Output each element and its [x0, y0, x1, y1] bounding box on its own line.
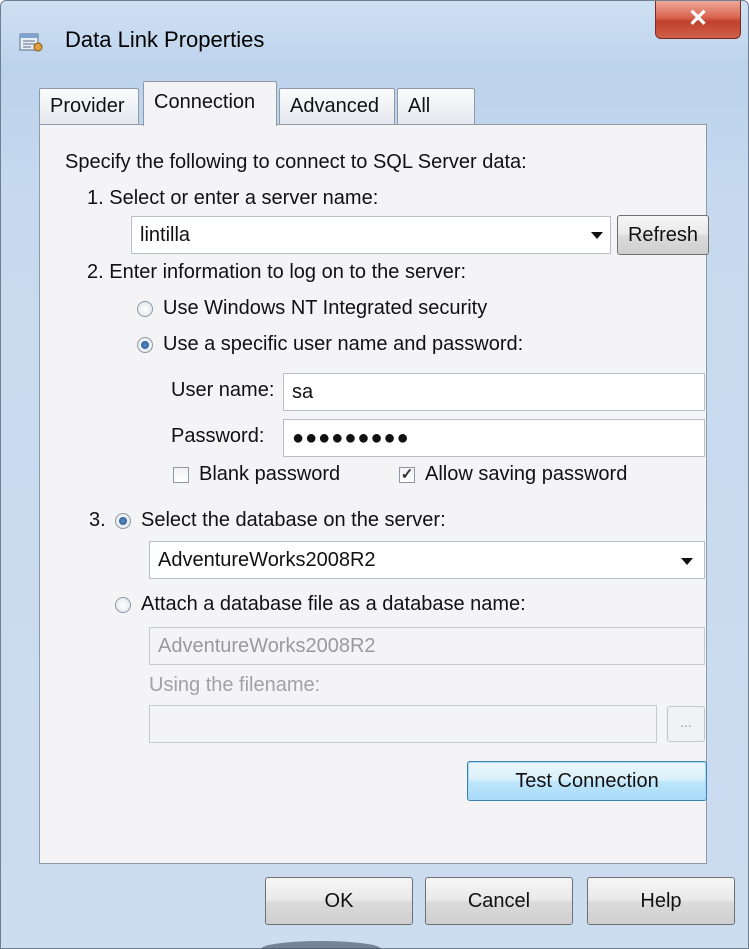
blank-password-label: Blank password [199, 463, 341, 485]
password-value: ●●●●●●●●● [292, 427, 410, 449]
step2-label: 2. Enter information to log on to the se… [87, 261, 467, 283]
ok-button-label: OK [324, 890, 354, 912]
attach-database-name-input[interactable]: AdventureWorks2008R2 [149, 627, 705, 665]
close-icon: ✕ [687, 5, 709, 32]
tab-provider[interactable]: Provider [39, 88, 139, 124]
browse-button[interactable]: ... [667, 706, 705, 742]
dialog-window: Data Link Properties ✕ Provider Connecti… [0, 0, 749, 949]
windows-security-label: Use Windows NT Integrated security [163, 297, 488, 319]
test-connection-label: Test Connection [515, 770, 659, 792]
attach-database-name-value: AdventureWorks2008R2 [158, 635, 376, 657]
database-chevron-down-icon[interactable] [681, 558, 693, 565]
bottom-edge-shadow [261, 941, 381, 949]
intro-text: Specify the following to connect to SQL … [65, 151, 527, 173]
tab-all[interactable]: All [397, 88, 475, 124]
step3-number: 3. [89, 509, 106, 531]
tab-advanced[interactable]: Advanced [279, 88, 395, 124]
username-value: sa [292, 381, 314, 403]
filename-label: Using the filename: [149, 674, 321, 696]
allow-saving-password-label: Allow saving password [425, 463, 628, 485]
windows-security-radio[interactable] [137, 301, 153, 317]
select-database-radio[interactable] [115, 513, 131, 529]
password-label: Password: [171, 425, 265, 447]
attach-database-radio[interactable] [115, 597, 131, 613]
filename-input[interactable] [149, 705, 657, 743]
tab-provider-label: Provider [50, 95, 125, 117]
refresh-button[interactable]: Refresh [617, 215, 709, 255]
step1-label: 1. Select or enter a server name: [87, 187, 379, 209]
specific-user-radio[interactable] [137, 337, 153, 353]
help-button-label: Help [640, 890, 682, 912]
chevron-down-icon[interactable] [591, 232, 603, 239]
tab-connection[interactable]: Connection [143, 81, 277, 126]
title-bar[interactable]: Data Link Properties ✕ [1, 1, 748, 79]
close-button[interactable]: ✕ [655, 1, 741, 39]
server-name-combobox[interactable]: lintilla [131, 216, 611, 254]
tab-advanced-label: Advanced [290, 95, 379, 117]
database-value: AdventureWorks2008R2 [158, 549, 376, 571]
browse-button-label: ... [680, 714, 692, 730]
cancel-button[interactable]: Cancel [425, 877, 573, 925]
refresh-button-label: Refresh [627, 224, 699, 246]
cancel-button-label: Cancel [467, 890, 531, 912]
blank-password-checkbox[interactable] [173, 467, 189, 483]
database-select[interactable]: AdventureWorks2008R2 [149, 541, 705, 579]
username-input[interactable]: sa [283, 373, 705, 411]
test-connection-button[interactable]: Test Connection [467, 761, 707, 801]
attach-database-label: Attach a database file as a database nam… [141, 593, 526, 615]
server-name-value: lintilla [140, 224, 191, 246]
help-button[interactable]: Help [587, 877, 735, 925]
allow-saving-password-checkbox[interactable]: ✓ [399, 467, 415, 483]
password-input[interactable]: ●●●●●●●●● [283, 419, 705, 457]
data-link-icon [19, 33, 43, 52]
select-database-label: Select the database on the server: [141, 509, 446, 531]
ok-button[interactable]: OK [265, 877, 413, 925]
username-label: User name: [171, 379, 275, 401]
specific-user-label: Use a specific user name and password: [163, 333, 524, 355]
window-title: Data Link Properties [65, 27, 265, 52]
tab-connection-label: Connection [154, 91, 256, 113]
tab-all-label: All [408, 95, 431, 117]
